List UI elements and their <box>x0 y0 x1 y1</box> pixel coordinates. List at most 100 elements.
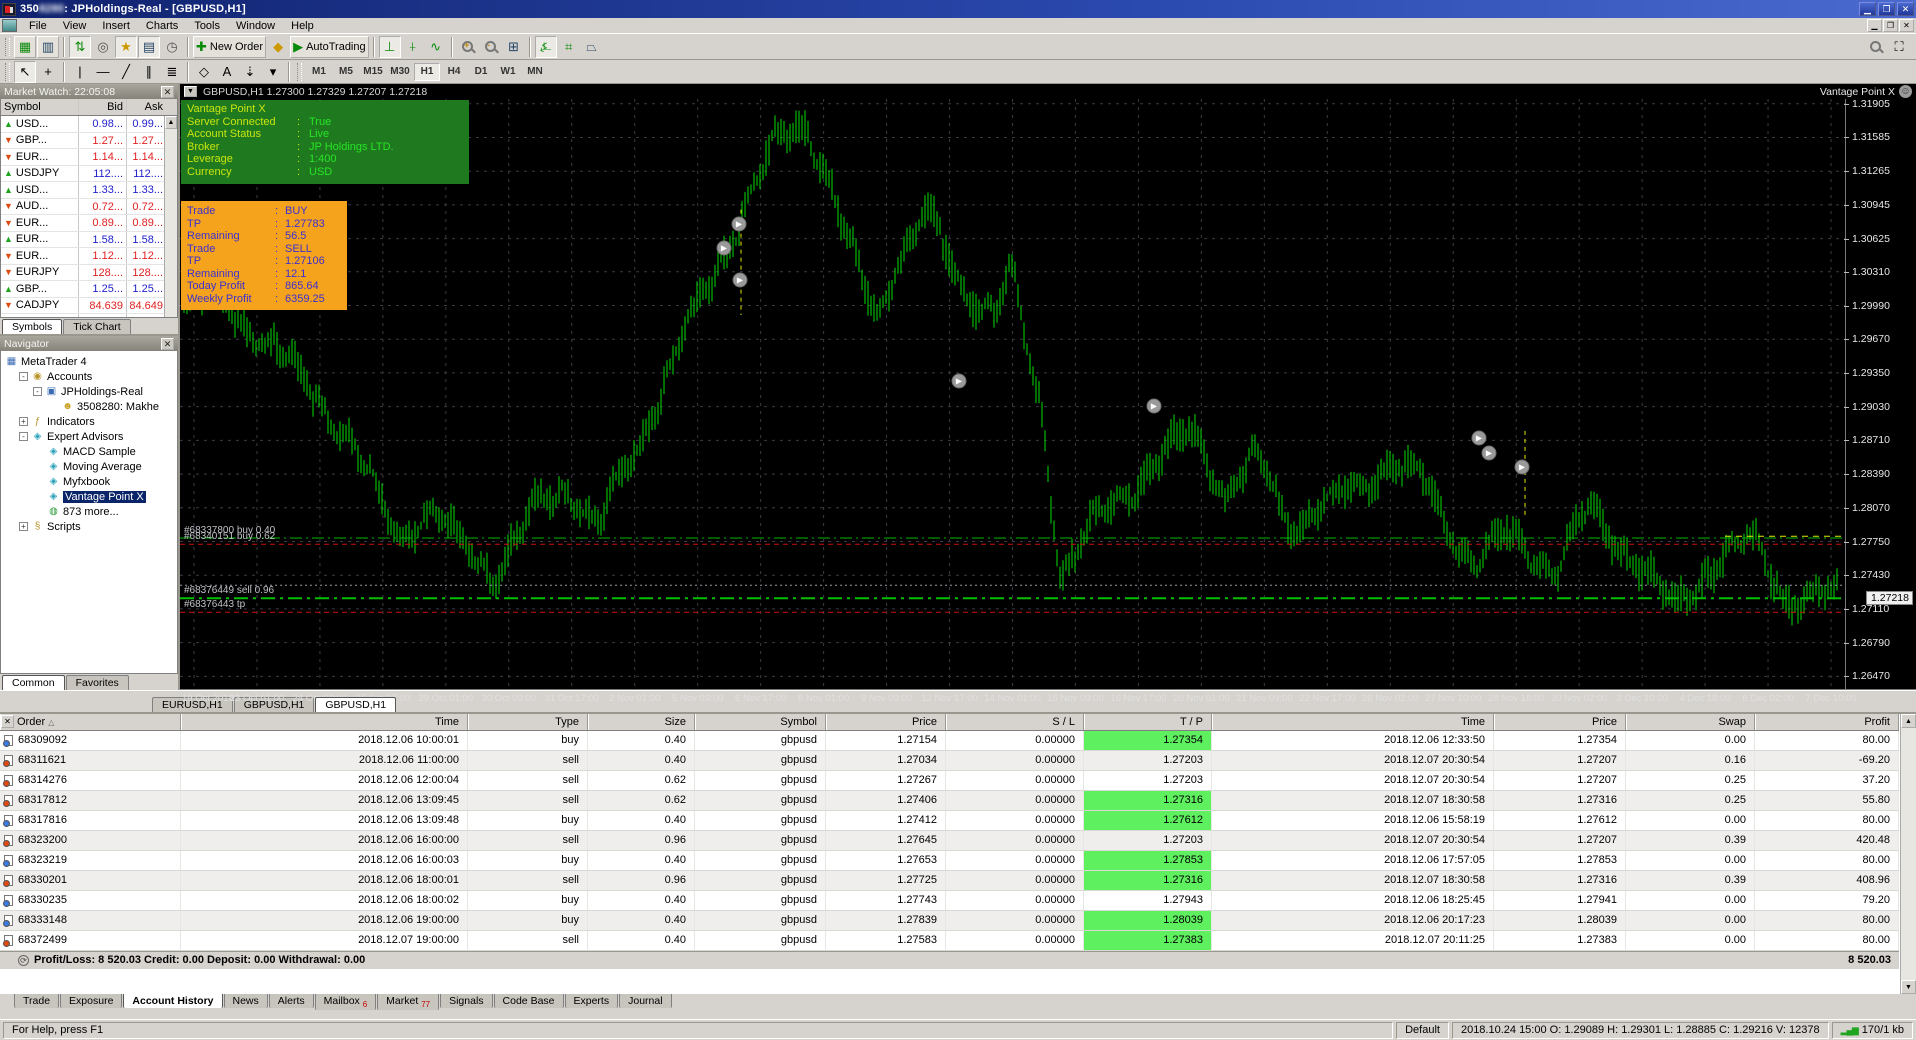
timeframe-h4[interactable]: H4 <box>441 63 467 81</box>
column-header-time[interactable]: Time <box>181 714 468 730</box>
market-watch-row[interactable]: ▼ EUR... 1.12... 1.12... <box>1 248 177 265</box>
navigator-close-icon[interactable]: ✕ <box>161 337 174 350</box>
market-watch-row[interactable]: ▼ EUR... 1.14... 1.14... <box>1 149 177 166</box>
market-watch-row[interactable]: ▼ GBP... 1.27... 1.27... <box>1 132 177 149</box>
terminal-tab-mailbox[interactable]: Mailbox 6 <box>314 994 377 1011</box>
minimize-button[interactable]: ▁ <box>1859 2 1876 16</box>
timeframe-h1[interactable]: H1 <box>414 62 440 81</box>
status-profile[interactable]: Default <box>1396 1021 1449 1039</box>
chart-tab-2[interactable]: GBPUSD,H1 <box>315 697 397 712</box>
scroll-up-icon[interactable]: ▲ <box>165 116 177 129</box>
menu-file[interactable]: File <box>21 19 55 33</box>
history-row[interactable]: 68317812 2018.12.06 13:09:45 sell 0.62 gbpus… <box>0 791 1899 811</box>
column-header-type[interactable]: Type <box>468 714 588 730</box>
column-header-order[interactable]: Order △ <box>0 714 181 730</box>
terminal-tab-news[interactable]: News <box>223 994 268 1008</box>
terminal-tab-trade[interactable]: Trade <box>14 994 60 1008</box>
line-chart-button[interactable]: ∿ <box>425 36 447 58</box>
periods-button[interactable]: ⌗ <box>558 36 580 58</box>
terminal-tab-journal[interactable]: Journal <box>619 994 672 1008</box>
time-axis[interactable]: 19 Oct 201823 Oct 01:0024 Oct 09:0025 Oc… <box>180 689 1857 704</box>
menu-charts[interactable]: Charts <box>138 19 186 33</box>
history-row[interactable]: 68311621 2018.12.06 11:00:00 sell 0.40 gbpus… <box>0 751 1899 771</box>
column-header-swap[interactable]: Swap <box>1626 714 1755 730</box>
timeframe-m30[interactable]: M30 <box>387 63 413 81</box>
timeframe-m1[interactable]: M1 <box>306 63 332 81</box>
chart-restore-button[interactable]: ❐ <box>1883 19 1898 32</box>
market-watch-row[interactable]: ▼ EUR... 0.89... 0.89... <box>1 215 177 232</box>
trade-marker-icon[interactable]: ▶ <box>1146 398 1162 414</box>
tree-item-myfxbook[interactable]: ◈ Myfxbook <box>5 474 177 489</box>
tree-item-indicators[interactable]: + ƒ Indicators <box>5 414 177 429</box>
history-row[interactable]: 68333148 2018.12.06 19:00:00 buy 0.40 gbpusd… <box>0 911 1899 931</box>
market-watch-row[interactable]: ▲ USD... 0.98... 0.99... <box>1 116 177 133</box>
terminal-tab-experts[interactable]: Experts <box>564 994 619 1008</box>
tab-common[interactable]: Common <box>2 675 65 690</box>
market-watch-row[interactable]: ▲ EUR... 1.58... 1.58... <box>1 231 177 248</box>
tree-item-scripts[interactable]: + § Scripts <box>5 519 177 534</box>
scroll-up-icon[interactable]: ▲ <box>1901 714 1916 728</box>
terminal-tab-alerts[interactable]: Alerts <box>268 994 314 1008</box>
market-watch-row[interactable]: ▼ CADJPY 84.639 84.649 <box>1 297 177 314</box>
tree-item-moving-average[interactable]: ◈ Moving Average <box>5 459 177 474</box>
vertical-line-tool[interactable]: | <box>69 61 91 83</box>
tab-symbols[interactable]: Symbols <box>2 319 63 334</box>
cursor-tool[interactable]: ↖ <box>14 60 36 83</box>
trade-marker-icon[interactable]: ▶ <box>1471 430 1487 446</box>
market-watch-row[interactable]: ▼ AUD... 0.72... 0.72... <box>1 198 177 215</box>
toolbar-grip[interactable] <box>5 37 10 56</box>
fibonacci-tool[interactable]: ≣ <box>161 61 183 83</box>
strategy-tester-button[interactable]: ◷ <box>161 36 183 58</box>
terminal-close-icon[interactable]: ✕ <box>1 715 14 728</box>
expander-icon[interactable]: - <box>19 372 28 381</box>
expander-icon[interactable]: + <box>19 522 28 531</box>
menu-window[interactable]: Window <box>228 19 283 33</box>
trendline-tool[interactable]: ╱ <box>115 61 137 83</box>
trade-marker-icon[interactable]: ▶ <box>951 373 967 389</box>
column-header-profit[interactable]: Profit <box>1755 714 1899 730</box>
timeframe-m5[interactable]: M5 <box>333 63 359 81</box>
favorites-button[interactable]: ★ <box>115 35 137 58</box>
terminal-tab-account-history[interactable]: Account History <box>123 994 223 1008</box>
menu-view[interactable]: View <box>55 19 95 33</box>
timeframe-mn[interactable]: MN <box>522 63 548 81</box>
history-row[interactable]: 68317816 2018.12.06 13:09:48 buy 0.40 gbpusd… <box>0 811 1899 831</box>
close-button[interactable]: ✕ <box>1897 2 1914 16</box>
timeframe-d1[interactable]: D1 <box>468 63 494 81</box>
expander-icon[interactable]: + <box>19 417 28 426</box>
channel-tool[interactable]: ∥ <box>138 61 160 83</box>
tree-item-vantage-point-x[interactable]: ◈ Vantage Point X <box>5 489 177 504</box>
zoom-out-button[interactable]: - <box>480 36 502 58</box>
tab-favorites[interactable]: Favorites <box>65 675 129 690</box>
chart-dropdown-icon[interactable]: ▼ <box>184 86 197 97</box>
tree-item-accounts[interactable]: - ◉ Accounts <box>5 369 177 384</box>
search-button[interactable] <box>1864 36 1886 58</box>
profiles-button[interactable]: ▥ <box>37 35 59 58</box>
zoom-in-button[interactable]: + <box>457 36 479 58</box>
tree-item-metatrader-4[interactable]: ▦ MetaTrader 4 <box>5 354 177 369</box>
tab-tick-chart[interactable]: Tick Chart <box>63 319 131 334</box>
shapes-tool[interactable]: ◇ <box>193 61 215 83</box>
new-order-button[interactable]: ✚ New Order <box>193 35 267 58</box>
scroll-down-icon[interactable]: ▼ <box>1901 980 1916 994</box>
trade-marker-icon[interactable]: ▶ <box>1514 459 1530 475</box>
trade-marker-icon[interactable]: ▶ <box>731 216 747 232</box>
expander-icon[interactable]: - <box>33 387 42 396</box>
history-row[interactable]: 68372499 2018.12.07 19:00:00 sell 0.40 gbpus… <box>0 931 1899 951</box>
column-header-s-l[interactable]: S / L <box>946 714 1084 730</box>
column-header-symbol[interactable]: Symbol <box>695 714 826 730</box>
market-watch-row[interactable]: ▲ GBP... 1.25... 1.25... <box>1 281 177 298</box>
candlestick-button[interactable]: ⍭ <box>402 36 424 58</box>
history-row[interactable]: 68323200 2018.12.06 16:00:00 sell 0.96 gbpus… <box>0 831 1899 851</box>
trade-marker-icon[interactable]: ▶ <box>716 240 732 256</box>
terminal-scrollbar[interactable]: ▲ ▼ <box>1900 714 1916 994</box>
text-tool[interactable]: A <box>216 61 238 83</box>
terminal-tab-code-base[interactable]: Code Base <box>493 994 564 1008</box>
market-watch-row[interactable]: ▲ USDJPY 112.... 112.... <box>1 165 177 182</box>
market-watch-toggle[interactable]: ⇅ <box>69 35 91 58</box>
templates-button[interactable]: ⏢ <box>581 36 603 58</box>
metaeditor-button[interactable]: ◆ <box>267 36 289 58</box>
market-watch-row[interactable]: ▼GBPJPY143....143.... <box>1 314 177 317</box>
ea-smiley-icon[interactable]: ☺ <box>1899 85 1912 98</box>
column-header-size[interactable]: Size <box>588 714 695 730</box>
